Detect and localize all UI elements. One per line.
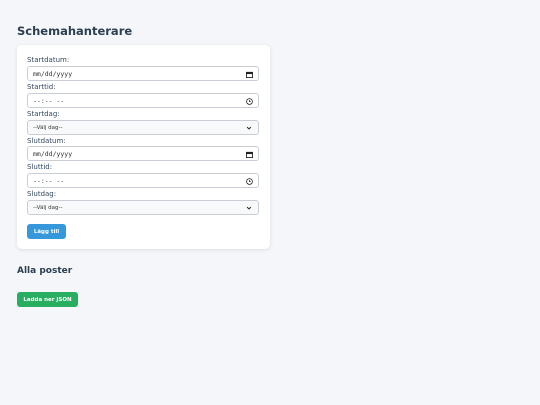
end-date-input[interactable]: mm/dd/yyyy [27, 146, 259, 161]
start-date-input[interactable]: mm/dd/yyyy [27, 66, 259, 81]
end-time-placeholder: --:-- -- [33, 176, 65, 185]
chevron-down-icon[interactable] [245, 124, 253, 132]
clock-icon[interactable] [245, 177, 253, 185]
end-day-select[interactable]: --Välj dag-- [27, 200, 259, 215]
start-date-label: Startdatum: [27, 56, 70, 64]
start-time-placeholder: --:-- -- [33, 96, 65, 105]
end-date-placeholder: mm/dd/yyyy [33, 149, 73, 158]
download-json-button[interactable]: Ladda ner JSON [17, 292, 78, 307]
page-title: Schemahanterare [17, 24, 133, 38]
start-day-value: --Välj dag-- [33, 124, 63, 131]
add-button[interactable]: Lägg till [27, 224, 66, 239]
end-day-label: Slutdag: [27, 190, 57, 198]
chevron-down-icon[interactable] [245, 204, 253, 212]
start-day-label: Startdag: [27, 110, 60, 118]
calendar-icon[interactable] [245, 70, 253, 78]
clock-icon[interactable] [245, 97, 253, 105]
end-time-label: Sluttid: [27, 163, 53, 171]
start-time-label: Starttid: [27, 83, 56, 91]
start-date-placeholder: mm/dd/yyyy [33, 69, 73, 78]
start-time-input[interactable]: --:-- -- [27, 93, 259, 108]
schedule-form: Startdatum: mm/dd/yyyy Starttid: --:-- -… [17, 45, 270, 249]
calendar-icon[interactable] [245, 150, 253, 158]
end-day-value: --Välj dag-- [33, 204, 63, 211]
end-time-input[interactable]: --:-- -- [27, 173, 259, 188]
end-date-label: Slutdatum: [27, 137, 66, 145]
start-day-select[interactable]: --Välj dag-- [27, 120, 259, 135]
posts-section-title: Alla poster [17, 266, 73, 276]
